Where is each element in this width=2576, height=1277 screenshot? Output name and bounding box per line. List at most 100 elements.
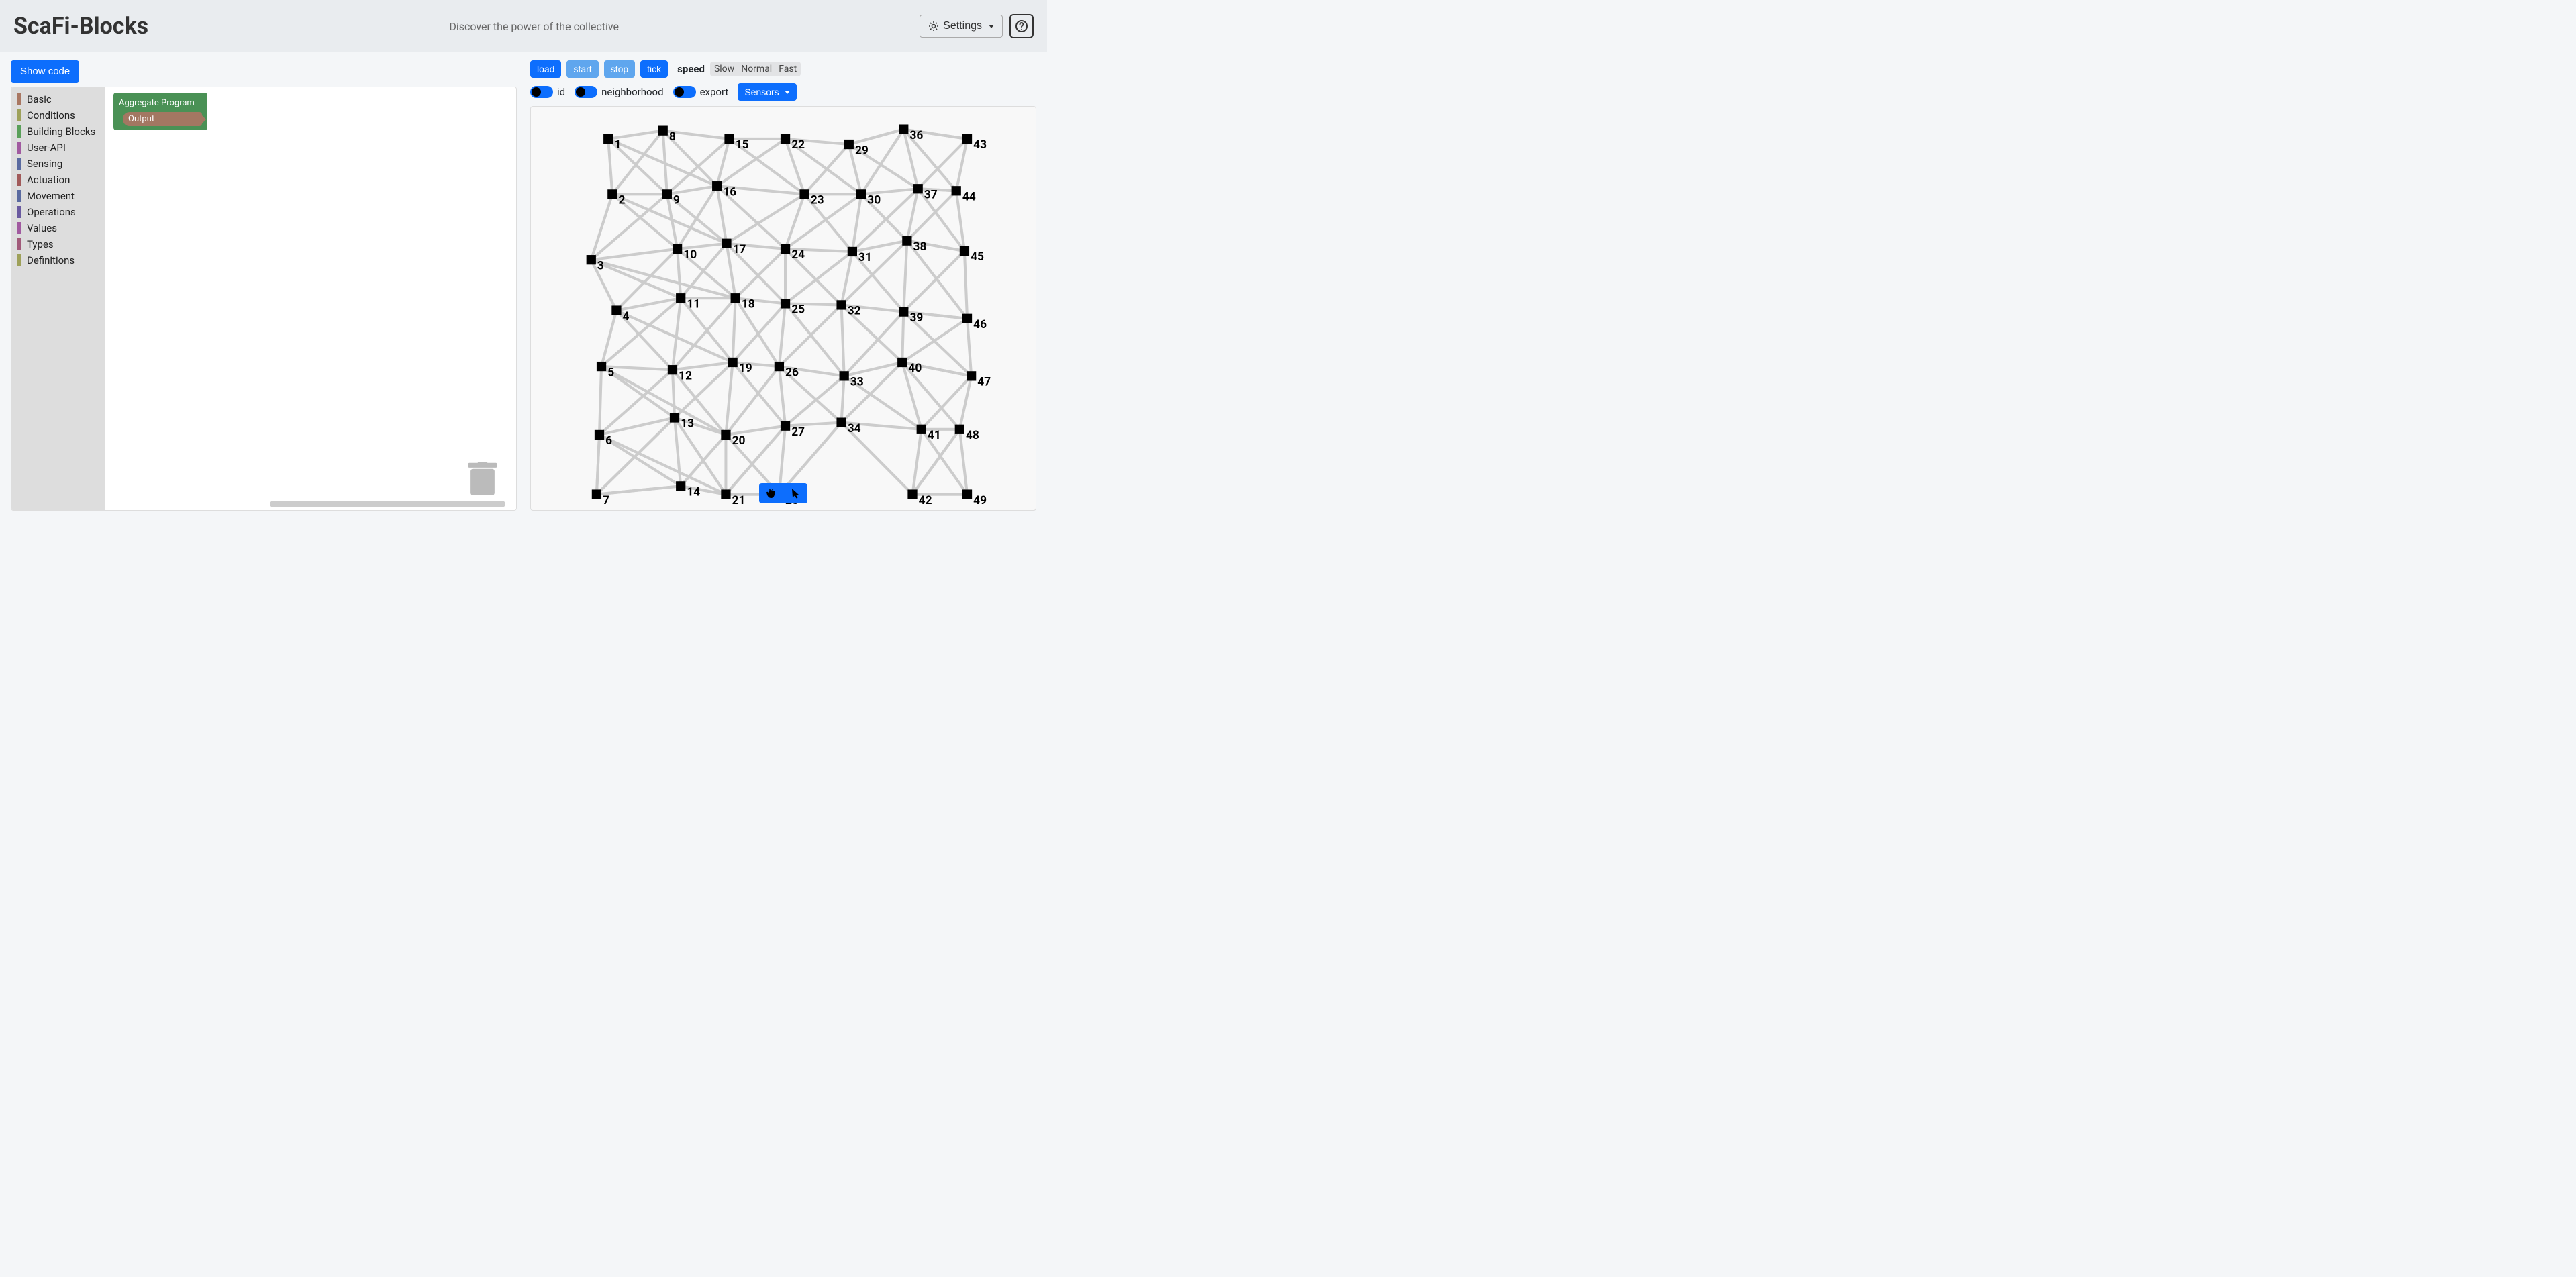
graph-node[interactable] xyxy=(731,293,740,303)
graph-node[interactable] xyxy=(960,246,969,256)
graph-node[interactable] xyxy=(607,189,617,199)
app-title: ScaFi-Blocks xyxy=(13,13,148,40)
graph-node[interactable] xyxy=(595,430,604,440)
load-button[interactable]: load xyxy=(530,60,561,78)
sensors-dropdown[interactable]: Sensors xyxy=(738,83,796,101)
right-panel: load start stop tick speed Slow Normal F… xyxy=(530,60,1036,511)
graph-node[interactable] xyxy=(603,134,613,144)
graph-node[interactable] xyxy=(721,489,730,499)
graph-node[interactable] xyxy=(856,189,866,199)
output-block[interactable]: Output xyxy=(123,112,202,126)
blockly-canvas[interactable]: Aggregate Program Output xyxy=(105,87,516,510)
toolbox-item-types[interactable]: Types xyxy=(11,236,105,252)
toolbox-item-values[interactable]: Values xyxy=(11,220,105,236)
blockly-workspace: BasicConditionsBuilding BlocksUser-APISe… xyxy=(11,87,517,511)
toolbox-item-movement[interactable]: Movement xyxy=(11,188,105,204)
horizontal-scrollbar[interactable] xyxy=(270,501,505,507)
toggle-id[interactable] xyxy=(530,86,553,98)
graph-node[interactable] xyxy=(907,489,917,499)
graph-node[interactable] xyxy=(899,124,908,134)
graph-node[interactable] xyxy=(775,362,784,371)
settings-button[interactable]: Settings xyxy=(920,15,1003,38)
graph-node[interactable] xyxy=(658,126,668,136)
graph-node[interactable] xyxy=(597,362,606,371)
show-code-button[interactable]: Show code xyxy=(11,60,79,83)
graph-node[interactable] xyxy=(781,421,790,431)
speed-normal[interactable]: Normal xyxy=(741,64,772,74)
graph-node[interactable] xyxy=(967,371,976,380)
speed-fast[interactable]: Fast xyxy=(779,64,797,74)
toggle-neighborhood[interactable] xyxy=(575,86,597,98)
toolbox-item-conditions[interactable]: Conditions xyxy=(11,107,105,123)
graph-node-label: 20 xyxy=(732,434,746,448)
aggregate-program-block[interactable]: Aggregate Program Output xyxy=(113,93,207,130)
toolbox-item-building-blocks[interactable]: Building Blocks xyxy=(11,123,105,140)
graph-edge xyxy=(779,305,842,366)
graph-node[interactable] xyxy=(952,186,961,195)
graph-node[interactable] xyxy=(781,244,790,254)
graph-edge xyxy=(608,139,612,195)
graph-node[interactable] xyxy=(899,307,908,316)
speed-label: speed xyxy=(677,63,705,75)
toolbox-item-basic[interactable]: Basic xyxy=(11,91,105,107)
blockly-toolbox: BasicConditionsBuilding BlocksUser-APISe… xyxy=(11,87,105,510)
graph-node-label: 41 xyxy=(928,429,941,442)
question-icon xyxy=(1015,19,1028,33)
graph-node[interactable] xyxy=(662,189,672,199)
graph-node[interactable] xyxy=(724,134,734,144)
graph-node[interactable] xyxy=(962,134,972,144)
graph-node[interactable] xyxy=(962,489,972,499)
graph-node[interactable] xyxy=(913,184,923,193)
toolbox-item-operations[interactable]: Operations xyxy=(11,204,105,220)
graph-node[interactable] xyxy=(840,371,849,380)
graph-edge xyxy=(964,251,967,319)
toolbox-item-sensing[interactable]: Sensing xyxy=(11,156,105,172)
graph-node[interactable] xyxy=(844,140,854,149)
graph-node[interactable] xyxy=(676,293,685,303)
start-button[interactable]: start xyxy=(566,60,598,78)
graph-node-label: 26 xyxy=(785,366,799,379)
category-color-bar xyxy=(17,206,21,218)
graph-node[interactable] xyxy=(799,189,809,199)
network-canvas[interactable]: 1815222936432916233037443101724313845411… xyxy=(530,106,1036,511)
toolbox-item-actuation[interactable]: Actuation xyxy=(11,172,105,188)
help-button[interactable] xyxy=(1009,14,1034,38)
graph-node[interactable] xyxy=(592,489,601,499)
speed-slow[interactable]: Slow xyxy=(714,64,734,74)
graph-node[interactable] xyxy=(955,425,964,434)
stop-button[interactable]: stop xyxy=(604,60,635,78)
graph-edge xyxy=(842,376,844,422)
trash-icon[interactable] xyxy=(468,462,497,498)
graph-node[interactable] xyxy=(587,255,596,264)
graph-node[interactable] xyxy=(728,358,737,367)
graph-node[interactable] xyxy=(673,244,682,254)
graph-edge xyxy=(779,303,785,366)
graph-node[interactable] xyxy=(897,358,907,367)
graph-node-label: 15 xyxy=(736,138,749,152)
graph-node[interactable] xyxy=(781,134,790,144)
select-mode-button[interactable] xyxy=(783,483,807,503)
graph-node[interactable] xyxy=(670,413,679,422)
graph-node[interactable] xyxy=(848,247,857,256)
toggle-export[interactable] xyxy=(673,86,696,98)
graph-node[interactable] xyxy=(902,236,911,246)
graph-node[interactable] xyxy=(962,314,972,323)
graph-edge xyxy=(922,376,971,429)
graph-node[interactable] xyxy=(781,299,790,308)
graph-node[interactable] xyxy=(676,481,685,491)
graph-node[interactable] xyxy=(721,430,730,440)
graph-node[interactable] xyxy=(712,181,722,191)
pan-mode-button[interactable] xyxy=(759,483,783,503)
graph-node[interactable] xyxy=(668,365,677,374)
graph-node[interactable] xyxy=(836,300,846,309)
graph-node[interactable] xyxy=(917,425,926,434)
graph-node-label: 16 xyxy=(723,185,736,199)
toolbox-item-user-api[interactable]: User-API xyxy=(11,140,105,156)
graph-node-label: 4 xyxy=(623,310,630,323)
toolbox-item-definitions[interactable]: Definitions xyxy=(11,252,105,268)
graph-node[interactable] xyxy=(611,305,621,315)
graph-node[interactable] xyxy=(836,417,846,427)
tick-button[interactable]: tick xyxy=(640,60,668,78)
graph-node[interactable] xyxy=(722,239,731,248)
graph-edge xyxy=(902,319,967,362)
